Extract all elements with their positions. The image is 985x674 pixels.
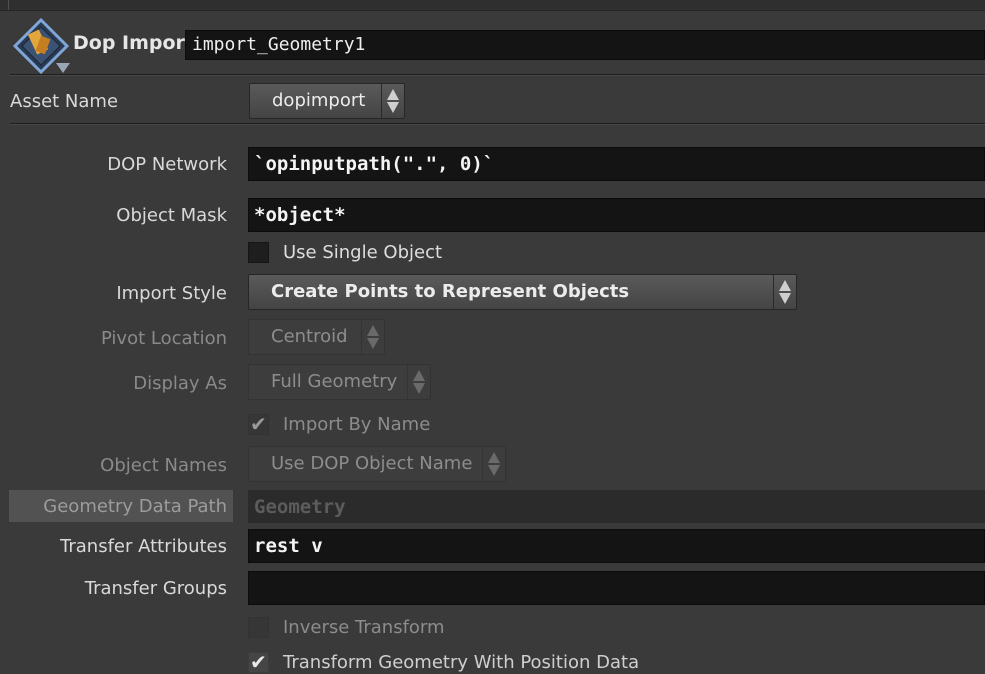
import-by-name-label: Import By Name (283, 414, 431, 435)
object-names-value: Use DOP Object Name (271, 453, 473, 474)
geometry-data-path-label: Geometry Data Path (43, 496, 227, 517)
header-divider (10, 74, 985, 76)
pivot-location-label: Pivot Location (100, 328, 227, 349)
use-single-object-checkbox[interactable] (248, 242, 269, 263)
pivot-location-menu[interactable]: Centroid (248, 319, 385, 355)
node-name-field[interactable]: import_Geometry1 (185, 30, 985, 60)
asset-divider (10, 123, 985, 125)
transfer-groups-label: Transfer Groups (84, 578, 227, 599)
transfer-attributes-field[interactable]: rest v (248, 529, 985, 563)
menu-arrows-icon (407, 365, 430, 399)
transfer-groups-field[interactable] (248, 571, 985, 605)
import-style-value: Create Points to Represent Objects (271, 281, 630, 302)
object-mask-field[interactable]: *object* (248, 198, 985, 232)
asset-name-menu[interactable]: dopimport (249, 83, 405, 119)
dop-network-label: DOP Network (107, 154, 227, 175)
geometry-data-path-field[interactable]: Geometry (248, 490, 985, 523)
transform-geometry-checkbox[interactable]: ✔ (248, 650, 269, 674)
display-as-label: Display As (133, 373, 227, 394)
use-single-object-label: Use Single Object (283, 242, 443, 263)
checkmark-icon: ✔ (250, 412, 267, 436)
menu-arrows-icon (482, 447, 505, 481)
dop-network-field[interactable]: `opinputpath(".", 0)` (248, 147, 985, 181)
top-border (0, 0, 985, 11)
display-as-value: Full Geometry (271, 371, 398, 392)
dop-import-node-icon (12, 17, 70, 75)
import-style-menu[interactable]: Create Points to Represent Objects (248, 274, 797, 310)
inverse-transform-label: Inverse Transform (283, 617, 445, 638)
transfer-attributes-label: Transfer Attributes (60, 536, 227, 557)
object-mask-label: Object Mask (116, 205, 227, 226)
asset-name-label: Asset Name (10, 91, 119, 112)
import-by-name-checkbox[interactable]: ✔ (248, 412, 269, 436)
display-as-menu[interactable]: Full Geometry (248, 364, 431, 400)
checkmark-icon: ✔ (250, 650, 267, 674)
node-type-label: Dop Import (73, 32, 195, 54)
inverse-transform-checkbox[interactable] (248, 617, 269, 638)
top-tick (8, 0, 9, 10)
menu-arrows-icon (361, 320, 384, 354)
transform-geometry-label: Transform Geometry With Position Data (283, 652, 640, 673)
menu-arrows-icon (773, 275, 796, 309)
object-names-menu[interactable]: Use DOP Object Name (248, 446, 506, 482)
import-style-label: Import Style (116, 283, 227, 304)
asset-name-value: dopimport (272, 90, 366, 111)
object-names-label: Object Names (100, 455, 227, 476)
pivot-location-value: Centroid (271, 326, 348, 347)
menu-arrows-icon (381, 84, 404, 118)
